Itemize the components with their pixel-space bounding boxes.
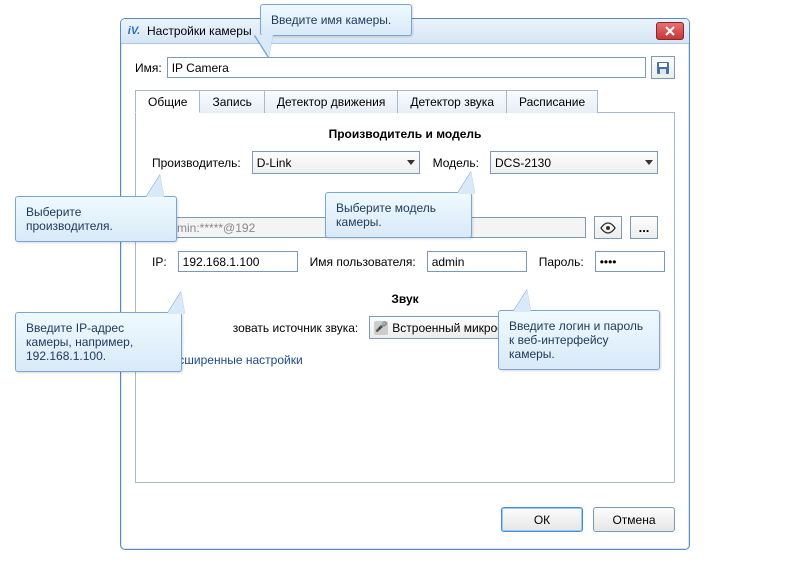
ok-button[interactable]: ОК	[501, 507, 583, 532]
row-ip-auth: IP: Имя пользователя: Пароль:	[152, 251, 658, 272]
callout-manufacturer: Выберите производителя.	[15, 196, 177, 242]
camera-settings-window: iV. Настройки камеры Имя: Общие Запись Д…	[120, 18, 690, 550]
model-label: Модель:	[433, 156, 479, 170]
ip-input[interactable]	[178, 251, 298, 272]
callout-login: Введите логин и пароль к веб-интерфейсу …	[498, 310, 660, 370]
show-password-button[interactable]	[594, 216, 622, 239]
chevron-down-icon	[407, 160, 415, 165]
user-input[interactable]	[427, 251, 527, 272]
chevron-down-icon	[645, 160, 653, 165]
tab-sound-detect[interactable]: Детектор звука	[397, 90, 507, 113]
model-combo[interactable]: DCS-2130	[490, 151, 658, 174]
row-manuf-model: Производитель: D-Link Модель: DCS-2130	[152, 151, 658, 174]
ip-label: IP:	[152, 255, 167, 269]
manufacturer-combo[interactable]: D-Link	[252, 151, 420, 174]
save-icon-button[interactable]	[651, 56, 675, 79]
sound-source-label: зовать источник звука:	[233, 321, 359, 335]
callout-ip: Введите IP-адрес камеры, например, 192.1…	[15, 312, 182, 372]
dialog-button-bar: ОК Отмена	[121, 497, 689, 542]
name-label: Имя:	[135, 61, 162, 75]
callout-tail-icon	[513, 290, 531, 312]
callout-login-text: Введите логин и пароль к веб-интерфейсу …	[509, 319, 643, 361]
model-value: DCS-2130	[495, 156, 551, 170]
close-icon	[665, 26, 675, 36]
tab-schedule[interactable]: Расписание	[506, 90, 598, 113]
callout-tail-icon	[457, 172, 475, 194]
callout-name-text: Введите имя камеры.	[271, 13, 391, 27]
cancel-button[interactable]: Отмена	[593, 507, 675, 532]
callout-ip-text: Введите IP-адрес камеры, например, 192.1…	[26, 321, 133, 363]
callout-name: Введите имя камеры.	[260, 4, 412, 36]
more-button[interactable]: ...	[630, 216, 658, 239]
content-area: Имя: Общие Запись Детектор движения Дете…	[121, 44, 689, 497]
manufacturer-label: Производитель:	[152, 156, 241, 170]
section-make-model: Производитель и модель	[152, 127, 658, 141]
password-label: Пароль:	[539, 255, 584, 269]
name-row: Имя:	[135, 56, 675, 79]
advanced-settings-label: Расширенные настройки	[164, 353, 303, 367]
callout-model: Выберите модель камеры.	[325, 192, 472, 238]
callout-tail-icon	[167, 292, 185, 314]
floppy-icon	[656, 61, 670, 75]
callout-tail-icon	[146, 175, 164, 197]
manufacturer-value: D-Link	[257, 156, 292, 170]
section-sound: Звук	[152, 292, 658, 306]
tab-general[interactable]: Общие	[135, 90, 200, 113]
tab-panel-general: Производитель и модель Производитель: D-…	[135, 113, 675, 483]
camera-name-input[interactable]	[167, 57, 646, 78]
password-input[interactable]	[595, 251, 665, 272]
callout-manufacturer-text: Выберите производителя.	[26, 205, 113, 233]
callout-tail-icon	[255, 35, 273, 57]
app-icon: iV.	[126, 23, 142, 39]
tab-record[interactable]: Запись	[199, 90, 264, 113]
user-label: Имя пользователя:	[310, 255, 416, 269]
microphone-icon: 🎤	[374, 321, 388, 335]
eye-icon	[600, 222, 616, 234]
callout-model-text: Выберите модель камеры.	[336, 201, 436, 229]
close-button[interactable]	[656, 22, 684, 40]
tabstrip: Общие Запись Детектор движения Детектор …	[135, 89, 675, 113]
tab-motion[interactable]: Детектор движения	[264, 90, 398, 113]
